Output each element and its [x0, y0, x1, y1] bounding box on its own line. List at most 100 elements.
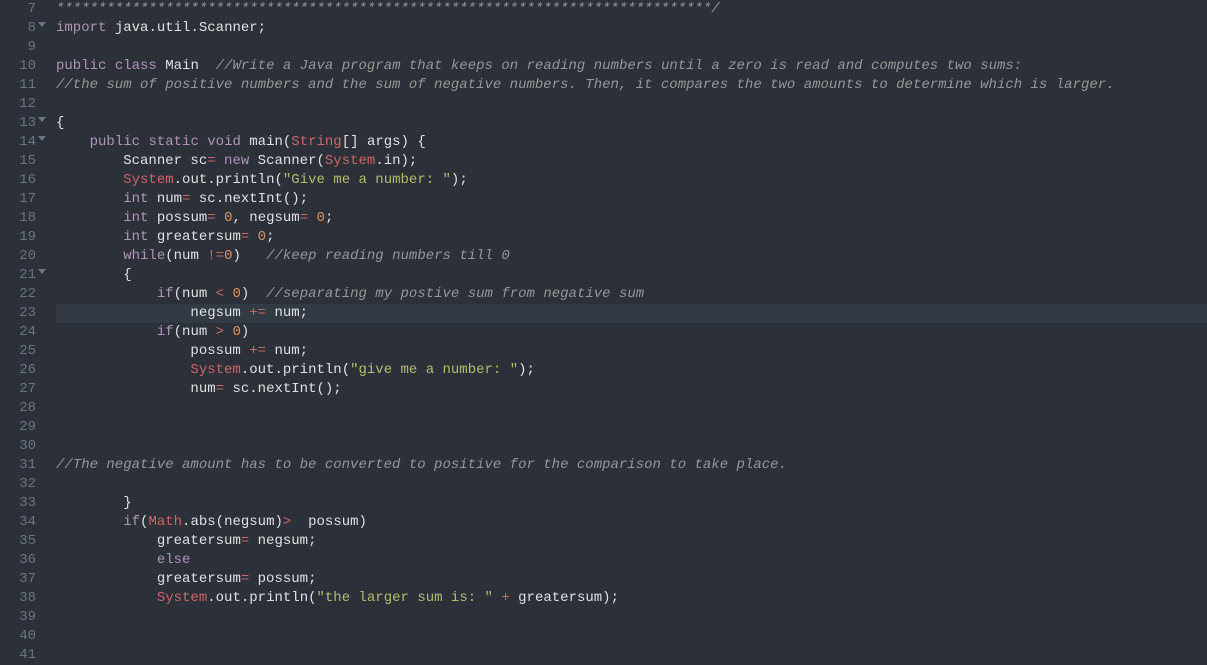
code-line[interactable]: import java.util.Scanner; [56, 19, 1207, 38]
code-token: = [241, 533, 249, 549]
code-line[interactable]: int num= sc.nextInt(); [56, 190, 1207, 209]
code-line[interactable]: if(num > 0) [56, 323, 1207, 342]
code-line[interactable]: else [56, 551, 1207, 570]
code-token: } [123, 495, 131, 511]
code-token [56, 267, 123, 283]
line-number: 30 [0, 437, 36, 456]
code-token: ( [174, 286, 182, 302]
code-token: ; [300, 343, 308, 359]
code-token [241, 248, 266, 264]
code-token: . [207, 172, 215, 188]
line-number: 36 [0, 551, 36, 570]
code-token: String [291, 134, 341, 150]
code-token [56, 172, 123, 188]
code-token: += [249, 305, 266, 321]
line-number: 34 [0, 513, 36, 532]
code-line[interactable]: //The negative amount has to be converte… [56, 456, 1207, 475]
code-token [56, 229, 123, 245]
code-line[interactable]: greatersum= possum; [56, 570, 1207, 589]
code-token: ( [342, 362, 350, 378]
code-line[interactable]: //the sum of positive numbers and the su… [56, 76, 1207, 95]
code-token: ( [216, 514, 224, 530]
code-line[interactable]: public class Main //Write a Java program… [56, 57, 1207, 76]
fold-marker-icon[interactable] [38, 22, 46, 27]
line-number: 29 [0, 418, 36, 437]
code-token: = [207, 153, 215, 169]
code-line[interactable]: greatersum= negsum; [56, 532, 1207, 551]
code-token: > [216, 324, 224, 340]
code-token: greatersum [157, 229, 241, 245]
code-token: out [249, 362, 274, 378]
code-token [56, 533, 157, 549]
code-token: possum [157, 210, 207, 226]
code-line[interactable] [56, 437, 1207, 456]
code-token [56, 590, 157, 606]
code-token: ) [275, 514, 283, 530]
code-line[interactable]: num= sc.nextInt(); [56, 380, 1207, 399]
code-token: (); [283, 191, 308, 207]
code-token: . [190, 20, 198, 36]
code-token: out [182, 172, 207, 188]
code-token [56, 153, 123, 169]
fold-marker-icon[interactable] [38, 136, 46, 141]
line-number: 11 [0, 76, 36, 95]
code-token: ) [359, 514, 367, 530]
code-line[interactable] [56, 399, 1207, 418]
code-token: Scanner [199, 20, 258, 36]
code-token: Scanner sc [123, 153, 207, 169]
code-token [56, 305, 190, 321]
code-token [56, 248, 123, 264]
fold-marker-icon[interactable] [38, 117, 46, 122]
code-token: greatersum [157, 533, 241, 549]
line-number: 22 [0, 285, 36, 304]
code-line[interactable]: } [56, 494, 1207, 513]
code-token: negsum [258, 533, 308, 549]
line-number: 16 [0, 171, 36, 190]
code-line[interactable]: { [56, 266, 1207, 285]
code-token: static [148, 134, 198, 150]
fold-marker-icon[interactable] [38, 269, 46, 274]
code-token: num [190, 381, 215, 397]
code-line[interactable] [56, 418, 1207, 437]
code-line[interactable]: System.out.println("give me a number: ")… [56, 361, 1207, 380]
code-line[interactable] [56, 38, 1207, 57]
code-line[interactable]: ****************************************… [56, 0, 1207, 19]
code-line[interactable]: while(num !=0) //keep reading numbers ti… [56, 247, 1207, 266]
code-token: possum [308, 514, 358, 530]
code-line[interactable]: negsum += num; [56, 304, 1207, 323]
code-line[interactable]: System.out.println("Give me a number: ")… [56, 171, 1207, 190]
code-line[interactable]: { [56, 114, 1207, 133]
code-token: Scanner [258, 153, 317, 169]
code-token: public [56, 58, 106, 74]
line-number: 35 [0, 532, 36, 551]
code-token: ( [308, 590, 316, 606]
code-line[interactable] [56, 646, 1207, 665]
code-line[interactable]: Scanner sc= new Scanner(System.in); [56, 152, 1207, 171]
code-line[interactable]: if(num < 0) //separating my postive sum … [56, 285, 1207, 304]
code-line[interactable]: int possum= 0, negsum= 0; [56, 209, 1207, 228]
line-number: 24 [0, 323, 36, 342]
code-token: num [182, 286, 216, 302]
code-line[interactable] [56, 608, 1207, 627]
code-token [148, 229, 156, 245]
code-token: possum [190, 343, 249, 359]
code-line[interactable]: System.out.println("the larger sum is: "… [56, 589, 1207, 608]
code-line[interactable]: if(Math.abs(negsum)> possum) [56, 513, 1207, 532]
code-token: . [241, 362, 249, 378]
line-number: 15 [0, 152, 36, 171]
code-line[interactable] [56, 627, 1207, 646]
code-token: , [232, 210, 240, 226]
code-token: = [216, 381, 224, 397]
code-token: main [249, 134, 283, 150]
code-line[interactable] [56, 475, 1207, 494]
code-line[interactable]: public static void main(String[] args) { [56, 133, 1207, 152]
code-token [510, 590, 518, 606]
code-editor-area[interactable]: ****************************************… [48, 0, 1207, 665]
code-line[interactable]: possum += num; [56, 342, 1207, 361]
code-token: 0 [317, 210, 325, 226]
code-token [359, 134, 367, 150]
code-line[interactable]: int greatersum= 0; [56, 228, 1207, 247]
line-number: 41 [0, 646, 36, 665]
code-line[interactable] [56, 95, 1207, 114]
code-token: Main [165, 58, 199, 74]
